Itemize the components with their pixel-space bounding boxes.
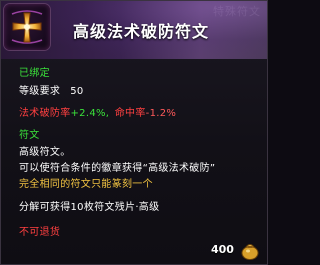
level-requirement-value: 50 <box>70 86 84 97</box>
bound-status: 已绑定 <box>19 68 50 79</box>
level-requirement: 等级要求 50 <box>19 82 84 97</box>
refund-status: 不可退货 <box>19 227 61 238</box>
rune-heading: 符文 <box>19 130 40 141</box>
header-watermark: 特殊符文 <box>213 5 261 18</box>
level-requirement-label: 等级要求 <box>19 86 61 97</box>
item-tooltip: 特殊符文 高级法术破防符文 已绑定 等级要求 50 法术破防率+2.4%, 命中… <box>0 0 268 265</box>
penetration-label: 法术破防率 <box>19 108 71 119</box>
rune-usage-text: 可以使符合条件的徽章获得“高级法术破防” <box>19 163 216 174</box>
hit-label: 命中率 <box>114 108 146 119</box>
coin-bag-icon <box>241 244 259 260</box>
rune-restriction-text: 完全相同的符文只能篆刻一个 <box>19 179 153 190</box>
item-title: 高级法术破防符文 <box>73 22 210 41</box>
hit-value: -1.2% <box>145 108 177 119</box>
tooltip-header: 特殊符文 高级法术破防符文 <box>1 1 267 59</box>
price-value: 400 <box>211 243 234 256</box>
price-display: 400 <box>201 237 265 263</box>
rune-type-text: 高级符文。 <box>19 147 71 158</box>
rune-plus-icon[interactable] <box>4 4 50 50</box>
decompose-text: 分解可获得10枚符文残片·高级 <box>19 202 160 213</box>
stat-line: 法术破防率+2.4%, 命中率-1.2% <box>19 104 176 119</box>
penetration-value: +2.4%, <box>70 108 110 119</box>
